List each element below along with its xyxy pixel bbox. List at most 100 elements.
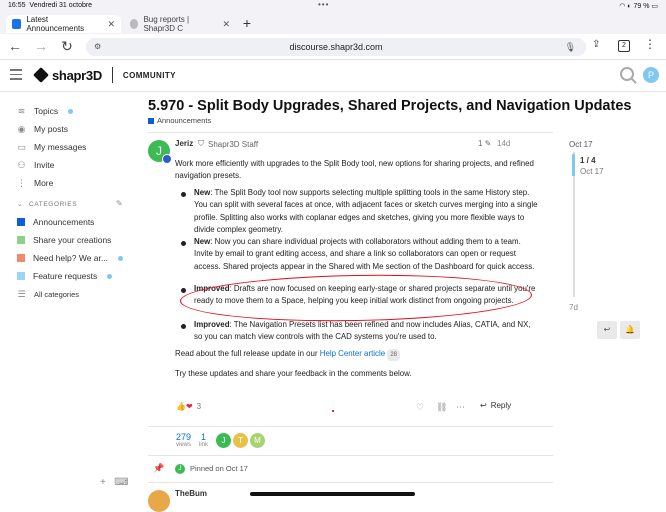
unread-dot bbox=[117, 255, 123, 261]
home-indicator[interactable] bbox=[250, 492, 415, 496]
bullet-dot bbox=[181, 288, 186, 293]
sidebar-item-my-messages[interactable]: ▭ My messages bbox=[17, 141, 86, 153]
reply-label: Reply bbox=[490, 401, 512, 410]
views-label: views bbox=[176, 442, 192, 448]
post-date[interactable]: 14d bbox=[497, 139, 510, 148]
next-post-author[interactable]: TheBum bbox=[175, 489, 207, 498]
sidebar-item-invite[interactable]: ⚇ Invite bbox=[17, 159, 54, 171]
post-author-name[interactable]: Jeriz bbox=[175, 139, 193, 148]
back-button[interactable]: ← bbox=[6, 38, 24, 54]
tab-latest-announcements[interactable]: Latest Announcements ✕ bbox=[6, 15, 121, 33]
tab-count-button[interactable]: 2 bbox=[618, 40, 630, 52]
links-count: 1 bbox=[201, 432, 207, 442]
more-actions-icon[interactable]: ⋯ bbox=[456, 402, 465, 413]
list-icon: ☰ bbox=[17, 288, 26, 299]
close-icon[interactable]: ✕ bbox=[222, 19, 230, 30]
sidebar-all-categories[interactable]: ☰ All categories bbox=[17, 288, 79, 300]
bullet-dot bbox=[181, 241, 186, 246]
timeline-end-label[interactable]: 7d bbox=[569, 303, 578, 312]
more-menu-icon[interactable]: ⋮ bbox=[644, 37, 656, 51]
participant-avatar[interactable]: J bbox=[216, 433, 231, 448]
sidebar-category-feature-requests[interactable]: Feature requests bbox=[17, 270, 113, 282]
timeline-reply-button[interactable]: ↩ bbox=[597, 321, 617, 339]
reply-button[interactable]: ↩ Reply bbox=[480, 401, 511, 410]
timeline-handle[interactable] bbox=[572, 154, 575, 176]
current-user-avatar[interactable]: P bbox=[643, 67, 659, 83]
more-icon: ⋮ bbox=[17, 177, 26, 188]
sidebar-category-need-help[interactable]: Need help? We ar... bbox=[17, 252, 123, 264]
sidebar-item-my-posts[interactable]: ◉ My posts bbox=[17, 123, 68, 135]
browser-toolbar: ← → ↻ ⚙ discourse.shapr3d.com 🎙 ⇪ 2 ⋮ bbox=[0, 34, 666, 60]
tab-bug-reports[interactable]: Bug reports | Shapr3D C ✕ bbox=[124, 15, 236, 33]
unread-dot bbox=[68, 108, 74, 114]
sidebar-item-label: More bbox=[34, 178, 54, 188]
url-text: discourse.shapr3d.com bbox=[289, 42, 383, 52]
tab-bar: Latest Announcements ✕ Bug reports | Sha… bbox=[0, 12, 666, 34]
help-center-link[interactable]: Help Center article bbox=[320, 349, 385, 358]
site-info-icon[interactable]: ⚙ bbox=[94, 38, 101, 56]
category-color-swatch bbox=[17, 236, 25, 244]
participant-avatar[interactable]: M bbox=[250, 433, 265, 448]
sidebar-item-topics[interactable]: ≋ Topics bbox=[17, 105, 74, 117]
status-time-date: 16:55 Vendredi 31 octobre bbox=[8, 2, 93, 9]
divider bbox=[148, 132, 553, 133]
red-mark bbox=[332, 410, 334, 412]
list-item: New: Now you can share individual projec… bbox=[194, 237, 535, 271]
edit-history-button[interactable]: 1 ✎ bbox=[478, 139, 491, 148]
views-count: 279 bbox=[176, 432, 192, 442]
hamburger-menu-icon[interactable] bbox=[10, 69, 22, 83]
reload-button[interactable]: ↻ bbox=[58, 38, 76, 55]
site-logo[interactable]: shapr3D COMMUNITY bbox=[33, 67, 176, 83]
divider bbox=[148, 482, 553, 483]
category-color-swatch bbox=[17, 272, 25, 280]
page-title[interactable]: 5.970 - Split Body Upgrades, Shared Proj… bbox=[148, 98, 631, 114]
read-more-line: Read about the full release update in ou… bbox=[175, 348, 535, 362]
views-stat: 279 views bbox=[176, 432, 191, 448]
share-icon[interactable]: ⇪ bbox=[592, 39, 600, 50]
shield-icon: ⛉ bbox=[198, 139, 204, 148]
next-post-avatar[interactable] bbox=[148, 490, 170, 512]
inbox-icon: ▭ bbox=[17, 141, 26, 152]
microphone-icon[interactable]: 🎙 bbox=[565, 38, 576, 56]
sidebar-item-label: Invite bbox=[34, 160, 55, 170]
forward-button[interactable]: → bbox=[32, 38, 50, 54]
post-intro: Work more efficiently with upgrades to t… bbox=[175, 159, 534, 181]
globe-icon bbox=[130, 19, 139, 29]
sidebar-item-label: My messages bbox=[34, 142, 87, 152]
sidebar-category-announcements[interactable]: Announcements bbox=[17, 216, 94, 228]
add-user-icon: ⚇ bbox=[17, 159, 26, 170]
like-icon[interactable]: ♡ bbox=[416, 402, 424, 413]
reaction-count: 3 bbox=[196, 402, 202, 411]
reactions[interactable]: 👍 ❤ 3 bbox=[176, 402, 201, 411]
categories-section-toggle[interactable]: ⌄ CATEGORIES bbox=[17, 200, 78, 209]
edit-icon[interactable]: ✎ bbox=[116, 199, 123, 208]
sidebar-footer-actions: + ⌨ bbox=[100, 477, 129, 488]
new-tab-button[interactable]: + bbox=[238, 16, 256, 32]
keyboard-shortcuts-icon[interactable]: ⌨ bbox=[114, 477, 128, 488]
sidebar-category-share-your-creations[interactable]: Share your creations bbox=[17, 234, 111, 246]
unread-dot bbox=[107, 273, 113, 279]
sidebar-item-more[interactable]: ⋮ More bbox=[17, 177, 53, 189]
link-icon[interactable]: ⛓ bbox=[436, 402, 447, 413]
topic-category-badge[interactable]: Announcements bbox=[148, 116, 211, 125]
notifications-button[interactable]: 🔔 bbox=[620, 321, 640, 339]
red-annotation-circle bbox=[179, 271, 533, 325]
links-stat[interactable]: 1 link bbox=[199, 432, 208, 448]
multitask-dots[interactable]: ••• bbox=[318, 0, 329, 9]
chevron-down-icon: ⌄ bbox=[17, 201, 24, 208]
participant-avatar[interactable]: T bbox=[233, 433, 248, 448]
community-label: COMMUNITY bbox=[122, 70, 176, 80]
site-header: shapr3D COMMUNITY P bbox=[0, 60, 666, 92]
timeline-position: 1 / 4 bbox=[580, 156, 596, 165]
categories-header: CATEGORIES bbox=[29, 200, 78, 208]
sidebar-item-label: Share your creations bbox=[33, 235, 112, 245]
pinned-by-avatar[interactable]: J bbox=[175, 464, 185, 474]
close-icon[interactable]: ✕ bbox=[107, 19, 115, 30]
links-label: link bbox=[199, 442, 209, 448]
address-bar[interactable]: ⚙ discourse.shapr3d.com 🎙 bbox=[86, 38, 586, 56]
search-icon[interactable] bbox=[620, 67, 634, 81]
heart-icon: ❤ bbox=[185, 402, 193, 411]
add-icon[interactable]: + bbox=[100, 477, 106, 488]
sidebar-item-label: Announcements bbox=[33, 217, 95, 227]
timeline-start-date[interactable]: Oct 17 bbox=[569, 140, 593, 149]
